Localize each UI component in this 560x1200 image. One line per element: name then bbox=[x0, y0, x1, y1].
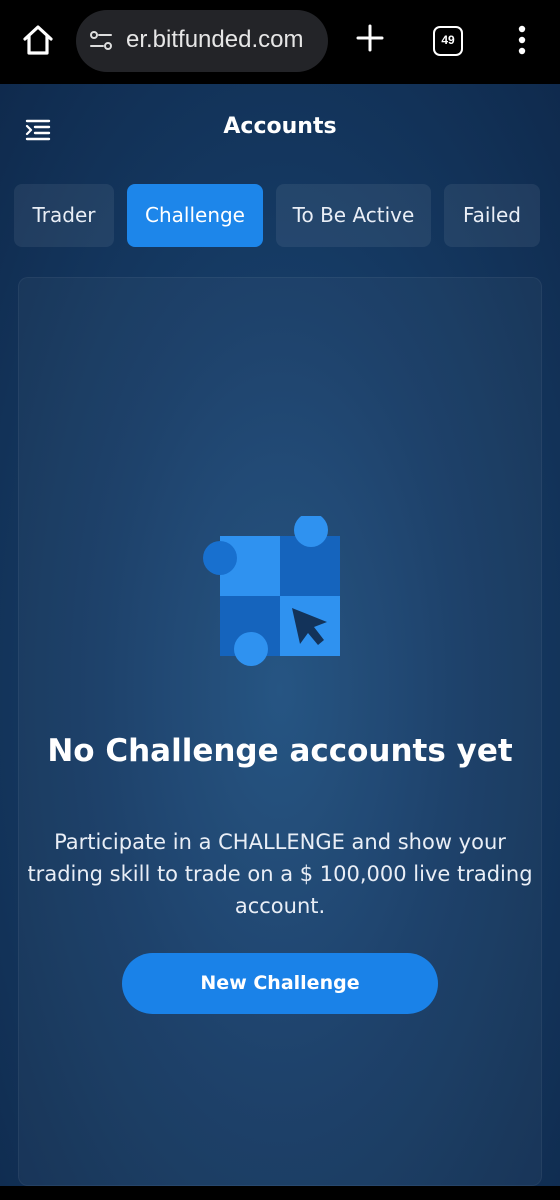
challenge-empty-illustration bbox=[200, 513, 345, 668]
empty-state-description: Participate in a CHALLENGE and show your… bbox=[27, 830, 533, 918]
tab-count: 49 bbox=[441, 33, 455, 47]
url-text[interactable]: er.bitfunded.com bbox=[126, 26, 303, 54]
tab-to-be-active[interactable]: To Be Active bbox=[276, 184, 431, 247]
new-tab-icon[interactable] bbox=[354, 22, 386, 54]
browser-toolbar: er.bitfunded.com 49 bbox=[0, 0, 560, 84]
empty-state-title: No Challenge accounts yet bbox=[47, 733, 513, 769]
app-header: Accounts bbox=[0, 84, 560, 174]
empty-state-card: No Challenge accounts yet Participate in… bbox=[18, 277, 542, 1186]
tab-failed[interactable]: Failed bbox=[444, 184, 540, 247]
app-container: Accounts Trader Challenge To Be Active F… bbox=[0, 84, 560, 1186]
address-bar[interactable]: er.bitfunded.com bbox=[76, 10, 328, 72]
tab-switcher-button[interactable]: 49 bbox=[433, 26, 463, 56]
tab-challenge[interactable]: Challenge bbox=[127, 184, 263, 247]
bottom-edge bbox=[0, 1186, 560, 1200]
page-title: Accounts bbox=[223, 114, 337, 139]
home-icon[interactable] bbox=[20, 22, 56, 58]
more-vert-icon[interactable] bbox=[508, 22, 536, 58]
new-challenge-button[interactable]: New Challenge bbox=[122, 953, 438, 1014]
tab-trader[interactable]: Trader bbox=[14, 184, 114, 247]
site-settings-icon[interactable] bbox=[88, 28, 114, 54]
